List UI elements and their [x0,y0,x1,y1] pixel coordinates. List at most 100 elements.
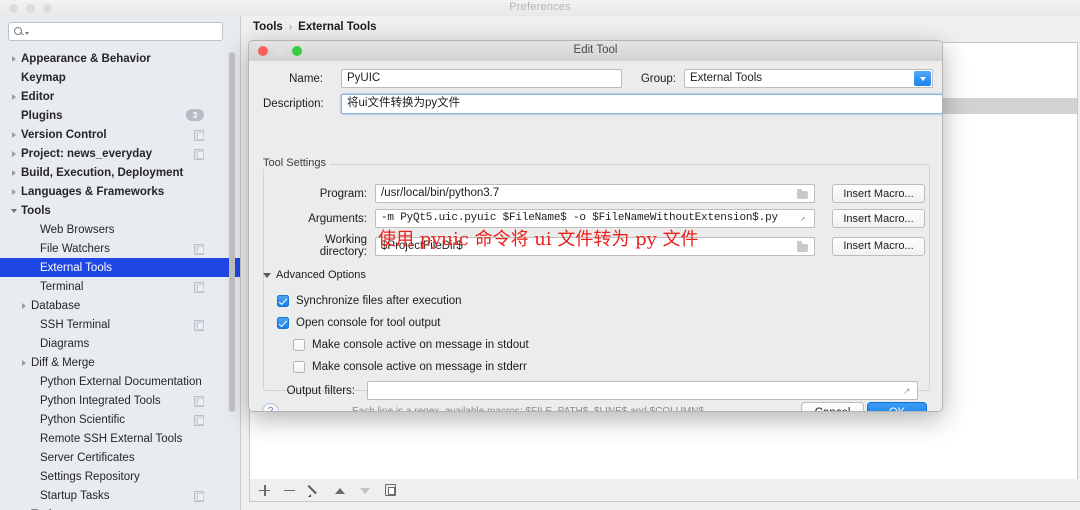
checkbox-icon[interactable] [277,317,289,329]
insert-macro-program-button[interactable]: Insert Macro... [832,184,925,203]
checkbox-synchronize-files[interactable]: Synchronize files after execution [277,295,462,307]
chevron-right-icon[interactable] [10,54,19,63]
help-button[interactable]: ? [262,403,279,411]
sidebar-scrollbar[interactable] [229,52,235,504]
arguments-label: Arguments: [308,212,367,225]
output-filters-input[interactable]: ↗ [367,381,918,400]
sidebar-item-python-external-documentation[interactable]: Python External Documentation [0,372,240,391]
sidebar-scrollbar-thumb[interactable] [229,52,235,412]
group-select[interactable]: External Tools [684,69,933,88]
program-input[interactable]: /usr/local/bin/python3.7 [375,184,815,203]
copy-tool-button[interactable] [385,484,396,496]
sidebar-item-tasks[interactable]: Tasks [0,505,240,510]
chevron-down-icon[interactable] [10,206,19,215]
sidebar-item-server-certificates[interactable]: Server Certificates [0,448,240,467]
ok-button[interactable]: OK [867,402,927,411]
advanced-options-toggle[interactable]: Advanced Options [263,269,366,281]
dialog-titlebar: Edit Tool [249,41,942,62]
output-filters-label: Output filters: [286,384,355,397]
sidebar-item-database[interactable]: Database [0,296,240,315]
sidebar-item-project-news-everyday[interactable]: Project: news_everyday [0,144,240,163]
checkbox-icon[interactable] [293,339,305,351]
copy-settings-icon[interactable] [194,243,204,255]
sidebar-item-settings-repository[interactable]: Settings Repository [0,467,240,486]
sidebar-item-diagrams[interactable]: Diagrams [0,334,240,353]
sidebar-item-web-browsers[interactable]: Web Browsers [0,220,240,239]
search-input[interactable] [32,23,222,40]
sidebar-item-plugins[interactable]: Plugins 3 [0,106,240,125]
copy-settings-icon[interactable] [194,319,204,331]
expand-icon[interactable]: ↗ [903,387,912,396]
chevron-right-icon[interactable] [10,168,19,177]
checkbox-console-active-stdout[interactable]: Make console active on message in stdout [293,339,529,351]
sidebar-item-terminal[interactable]: Terminal [0,277,240,296]
sidebar-item-build-execution-deployment[interactable]: Build, Execution, Deployment [0,163,240,182]
sidebar-item-startup-tasks[interactable]: Startup Tasks [0,486,240,505]
chevron-right-icon[interactable] [20,301,29,310]
move-down-button[interactable] [358,484,371,497]
chevron-right-icon[interactable] [10,130,19,139]
search-field-wrap[interactable] [8,22,223,41]
checkbox-icon[interactable] [277,295,289,307]
chevron-down-icon[interactable] [914,71,931,86]
checkbox-console-active-stderr[interactable]: Make console active on message in stderr [293,361,527,373]
copy-settings-icon[interactable] [194,129,204,141]
sidebar-item-keymap[interactable]: Keymap [0,68,240,87]
cancel-button[interactable]: Cancel [801,402,864,411]
sidebar-item-label: Build, Execution, Deployment [21,166,184,179]
add-tool-button[interactable] [258,484,271,497]
copy-settings-icon[interactable] [194,148,204,160]
expand-icon[interactable]: ↗ [800,215,809,224]
sidebar-item-label: Settings Repository [40,470,140,483]
chevron-right-icon[interactable] [10,92,19,101]
annotation-text: 使用 pyuic 命令将 ui 文件转为 py 文件 [378,229,699,250]
folder-icon[interactable] [797,188,808,199]
insert-macro-workingdir-button[interactable]: Insert Macro... [832,236,925,256]
settings-tree[interactable]: Appearance & Behavior Keymap Editor Plugins… [0,49,240,510]
sidebar-item-ssh-terminal[interactable]: SSH Terminal [0,315,240,334]
sidebar-item-languages-frameworks[interactable]: Languages & Frameworks [0,182,240,201]
copy-settings-icon[interactable] [194,414,204,426]
chevron-down-icon[interactable] [24,31,29,35]
sidebar-item-label: Web Browsers [40,223,115,236]
sidebar-item-version-control[interactable]: Version Control [0,125,240,144]
dialog-title: Edit Tool [573,44,618,56]
sidebar-item-python-scientific[interactable]: Python Scientific [0,410,240,429]
description-input[interactable]: 将ui文件转换为py文件 [341,94,942,114]
sidebar-item-label: Startup Tasks [40,489,110,502]
breadcrumb-separator-icon: › [288,21,293,33]
copy-settings-icon[interactable] [194,281,204,293]
folder-icon[interactable] [797,241,808,252]
search-box[interactable] [8,22,223,41]
sidebar-item-external-tools[interactable]: External Tools [0,258,240,277]
sidebar-item-label: Diagrams [40,337,90,350]
sidebar-item-label: Keymap [21,71,66,84]
move-up-button[interactable] [333,484,346,497]
name-input[interactable]: PyUIC [341,69,622,88]
checkbox-open-console[interactable]: Open console for tool output [277,317,441,329]
checkbox-icon[interactable] [293,361,305,373]
chevron-right-icon[interactable] [10,187,19,196]
sidebar-item-appearance-behavior[interactable]: Appearance & Behavior [0,49,240,68]
insert-macro-arguments-button[interactable]: Insert Macro... [832,209,925,228]
copy-settings-icon[interactable] [194,490,204,502]
sidebar-item-file-watchers[interactable]: File Watchers [0,239,240,258]
sidebar-item-tools[interactable]: Tools [0,201,240,220]
edit-tool-button[interactable] [308,484,321,497]
sidebar-item-remote-ssh-external-tools[interactable]: Remote SSH External Tools [0,429,240,448]
sidebar-item-editor[interactable]: Editor [0,87,240,106]
copy-settings-icon[interactable] [194,395,204,407]
sidebar-item-label: Remote SSH External Tools [40,432,183,445]
chevron-right-icon[interactable] [10,149,19,158]
sidebar-item-python-integrated-tools[interactable]: Python Integrated Tools [0,391,240,410]
chevron-right-icon[interactable] [20,358,29,367]
sidebar-item-diff-merge[interactable]: Diff & Merge [0,353,240,372]
sidebar-item-label: Editor [21,90,55,103]
breadcrumb-root[interactable]: Tools [253,21,283,33]
remove-tool-button[interactable] [283,484,296,497]
